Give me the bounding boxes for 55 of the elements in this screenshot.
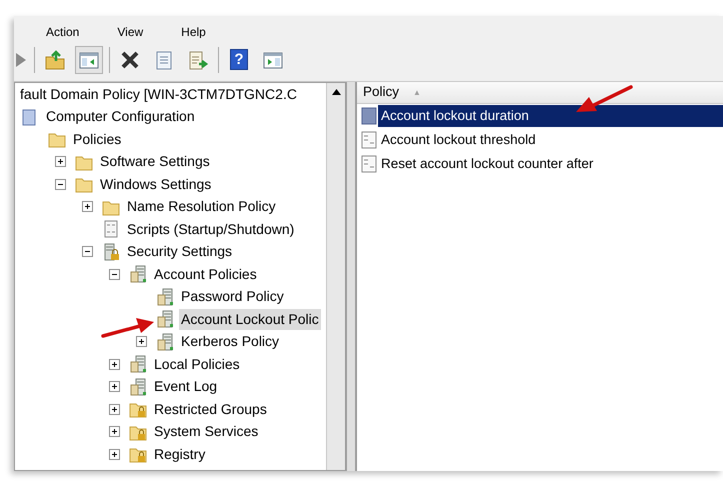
scrollbar[interactable] bbox=[326, 83, 345, 470]
tree-item[interactable]: Security Settings bbox=[125, 241, 234, 262]
collapse-icon[interactable] bbox=[82, 246, 93, 258]
tree-item[interactable]: Account Lockout Polic bbox=[179, 308, 321, 330]
tree-item[interactable]: Scripts (Startup/Shutdown) bbox=[125, 218, 296, 240]
tree-item[interactable]: Registry bbox=[152, 444, 208, 465]
tree-item[interactable]: Name Resolution Policy bbox=[125, 196, 278, 218]
policy-setting-icon bbox=[360, 107, 378, 125]
collapse-icon[interactable] bbox=[55, 178, 66, 190]
tree-item[interactable]: Local Policies bbox=[152, 354, 242, 375]
policy-row[interactable]: Account lockout duration bbox=[378, 104, 723, 128]
tree-item[interactable]: Account Policies bbox=[152, 264, 259, 285]
tree-item[interactable]: Restricted Groups bbox=[152, 398, 269, 420]
menu-item[interactable]: Help bbox=[179, 26, 208, 38]
script-icon bbox=[102, 220, 120, 238]
policy-setting-icon bbox=[360, 131, 378, 149]
server-icon bbox=[156, 310, 174, 328]
server-icon bbox=[129, 378, 147, 396]
server-icon bbox=[129, 355, 147, 374]
tree-item[interactable]: Event Log bbox=[152, 376, 220, 398]
tree-item[interactable]: Computer Configuration bbox=[44, 106, 197, 128]
policy-row[interactable]: Account lockout threshold bbox=[378, 128, 723, 152]
export-list-icon bbox=[187, 48, 209, 70]
toolbar-button[interactable]: ? bbox=[225, 46, 253, 74]
tree-item[interactable]: Policies bbox=[71, 128, 124, 150]
column-header-label: Policy bbox=[363, 83, 400, 102]
expand-icon[interactable] bbox=[109, 358, 120, 370]
folder-up-icon bbox=[44, 48, 66, 70]
delete-icon bbox=[119, 48, 141, 70]
menu-item[interactable]: View bbox=[115, 26, 146, 38]
expand-icon[interactable] bbox=[55, 156, 66, 168]
expand-icon[interactable] bbox=[109, 404, 120, 415]
tree-item[interactable]: Kerberos Policy bbox=[179, 331, 282, 352]
expand-icon[interactable] bbox=[136, 336, 147, 348]
tree-item[interactable]: Software Settings bbox=[98, 151, 212, 172]
tree-item[interactable]: System Services bbox=[152, 421, 260, 442]
server-icon bbox=[156, 288, 174, 306]
expand-icon[interactable] bbox=[82, 201, 93, 212]
scroll-up-icon[interactable] bbox=[332, 89, 340, 95]
menu-item[interactable]: Action bbox=[44, 26, 82, 38]
collapse-icon[interactable] bbox=[109, 268, 120, 280]
expand-icon[interactable] bbox=[109, 448, 120, 460]
tree-item[interactable]: fault Domain Policy [WIN-3CTM7DTGNC2.C bbox=[18, 84, 299, 105]
policy-setting-icon bbox=[360, 155, 378, 173]
policy-row[interactable]: Reset account lockout counter after bbox=[378, 152, 723, 176]
expand-icon[interactable] bbox=[109, 426, 120, 438]
forward-arrow-icon bbox=[16, 52, 26, 66]
server-icon bbox=[156, 332, 174, 351]
tree-item[interactable]: Password Policy bbox=[179, 286, 286, 308]
server-lock-icon bbox=[102, 242, 120, 261]
tree-item[interactable]: Windows Settings bbox=[98, 174, 214, 195]
server-icon bbox=[129, 265, 147, 284]
sort-glyph: ▲ bbox=[413, 86, 421, 98]
expand-icon[interactable] bbox=[109, 381, 120, 392]
help-icon: ? bbox=[230, 49, 248, 70]
